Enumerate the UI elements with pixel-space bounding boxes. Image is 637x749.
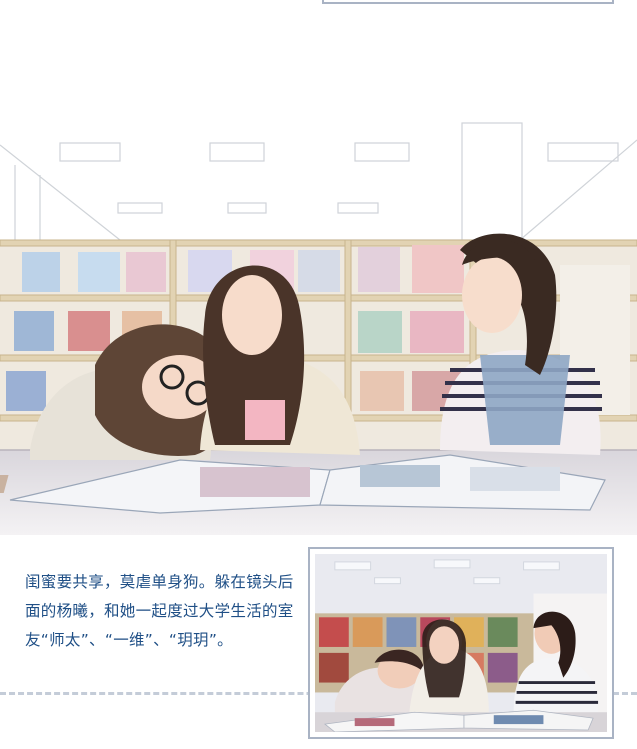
top-photo-frame-edge — [322, 0, 614, 4]
photo-frame — [308, 547, 614, 739]
caption-text: 闺蜜要共享，莫虐单身狗。躲在镜头后面的杨曦，和她一起度过大学生活的室友“师太”、… — [25, 573, 294, 649]
library-illustration — [0, 122, 637, 535]
library-photo — [315, 554, 607, 732]
